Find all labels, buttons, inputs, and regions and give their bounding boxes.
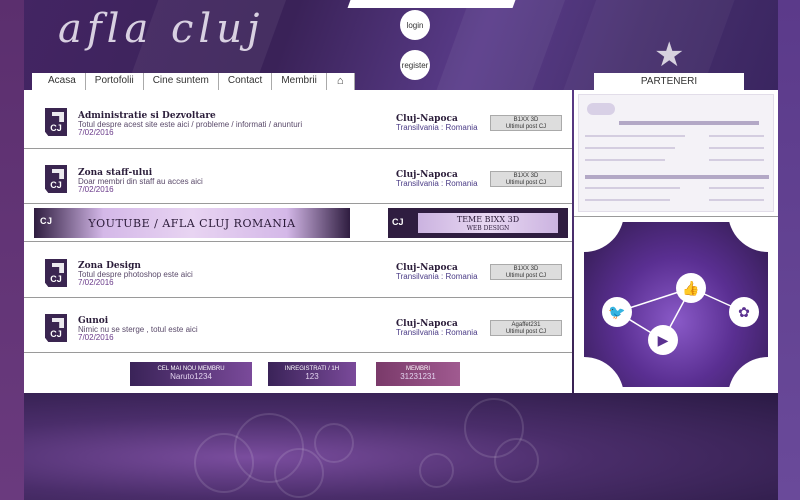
register-button[interactable]: register: [400, 50, 430, 80]
site-header: afla cluj login register ★ Acasa Portofo…: [24, 0, 778, 90]
stat-members[interactable]: MEMBRI 31231231: [376, 362, 460, 386]
login-button[interactable]: login: [400, 10, 430, 40]
stat-value: 31231231: [400, 372, 436, 381]
decor-ring: [494, 438, 539, 483]
last-post-user: B1XX 3D: [513, 266, 539, 272]
social-network-graphic: 🐦 👍 ✿ ▶: [584, 222, 768, 387]
forum-row[interactable]: CJ Zona Design Totul despre photoshop es…: [24, 243, 572, 298]
forum-date: 7/02/2016: [78, 278, 114, 287]
last-post-user: B1XX 3D: [513, 173, 539, 179]
left-border: [0, 0, 24, 500]
pinterest-icon[interactable]: ✿: [729, 297, 759, 327]
panel-divider: [574, 216, 778, 217]
forum-icon: CJ: [45, 165, 67, 193]
header-decor: [432, 0, 566, 90]
footer-background: [24, 393, 778, 500]
preview-line: [585, 187, 680, 189]
youtube-banner-text: YOUTUBE / AFLA CLUJ ROMANIA: [88, 216, 296, 230]
nav-cine-suntem[interactable]: Cine suntem: [143, 73, 219, 90]
preview-line: [585, 159, 665, 161]
last-post-caption: Ultimul post CJ: [505, 329, 547, 335]
partners-panel: 🐦 👍 ✿ ▶: [574, 90, 778, 393]
stats-bar: CEL MAI NOU MEMBRU Naruto1234 INREGISTRA…: [24, 352, 572, 392]
forum-icon: CJ: [45, 259, 67, 287]
forum-row[interactable]: CJ Gunoi Nimic nu se sterge , totul este…: [24, 298, 572, 353]
last-post-box[interactable]: Agaffet231 Ultimul post CJ: [490, 320, 562, 336]
youtube-banner[interactable]: CJ YOUTUBE / AFLA CLUJ ROMANIA: [34, 208, 350, 238]
play-icon[interactable]: ▶: [648, 325, 678, 355]
forum-icon: CJ: [45, 108, 67, 136]
decor-ring: [274, 448, 324, 498]
stat-value: 123: [305, 372, 319, 381]
banner-cj-icon: CJ: [40, 216, 53, 226]
twitter-icon[interactable]: 🐦: [602, 297, 632, 327]
stat-newest-member[interactable]: CEL MAI NOU MEMBRU Naruto1234: [130, 362, 252, 386]
preview-line: [709, 199, 764, 201]
teme-banner-subtitle: WEB DESIGN: [466, 225, 510, 232]
stat-registered: INREGISTRATI / 1H 123: [268, 362, 356, 386]
preview-line: [585, 135, 685, 137]
forum-region: Transilvania : Romania: [396, 123, 478, 132]
main-nav: Acasa Portofolii Cine suntem Contact Mem…: [32, 73, 355, 90]
thumbs-up-icon[interactable]: 👍: [676, 273, 706, 303]
forum-region: Transilvania : Romania: [396, 328, 478, 337]
decor-ring: [419, 453, 454, 488]
decor-ring: [314, 423, 354, 463]
preview-line: [585, 199, 670, 201]
forum-region: Transilvania : Romania: [396, 179, 478, 188]
banner-row: CJ YOUTUBE / AFLA CLUJ ROMANIA CJ TEME B…: [24, 204, 572, 242]
forum-date: 7/02/2016: [78, 333, 114, 342]
banner-cj-icon: CJ: [392, 217, 404, 227]
preview-line: [585, 147, 675, 149]
nav-membrii[interactable]: Membrii: [272, 73, 327, 90]
preview-line: [709, 187, 764, 189]
nav-portofolii[interactable]: Portofolii: [85, 73, 144, 90]
preview-logo: [587, 103, 615, 115]
preview-divider: [585, 175, 769, 179]
home-icon[interactable]: ⌂: [326, 73, 355, 90]
top-ribbon: [347, 0, 516, 8]
preview-line: [709, 147, 764, 149]
stat-value: Naruto1234: [170, 372, 212, 381]
right-border: [778, 0, 800, 500]
teme-banner-inner: TEME BIXX 3D WEB DESIGN: [418, 213, 558, 233]
star-icon: ★: [654, 36, 685, 74]
forum-list: CJ Administratie si Dezvoltare Totul des…: [24, 90, 572, 393]
last-post-user: B1XX 3D: [513, 117, 539, 123]
preview-line: [709, 159, 764, 161]
nav-acasa[interactable]: Acasa: [32, 73, 86, 90]
forum-icon: CJ: [45, 314, 67, 342]
partner-site-preview[interactable]: [578, 94, 774, 212]
site-logo[interactable]: afla cluj: [58, 6, 264, 52]
forum-region: Transilvania : Romania: [396, 272, 478, 281]
last-post-box[interactable]: B1XX 3D Ultimul post CJ: [490, 171, 562, 187]
last-post-caption: Ultimul post CJ: [505, 273, 547, 279]
forum-row[interactable]: CJ Administratie si Dezvoltare Totul des…: [24, 94, 572, 149]
last-post-box[interactable]: B1XX 3D Ultimul post CJ: [490, 264, 562, 280]
last-post-caption: Ultimul post CJ: [505, 124, 547, 130]
last-post-box[interactable]: B1XX 3D Ultimul post CJ: [490, 115, 562, 131]
forum-date: 7/02/2016: [78, 185, 114, 194]
preview-nav: [619, 121, 759, 125]
last-post-caption: Ultimul post CJ: [505, 180, 547, 186]
last-post-user: Agaffet231: [511, 322, 541, 328]
partners-tab: PARTENERI: [594, 73, 744, 90]
forum-date: 7/02/2016: [78, 128, 114, 137]
forum-row[interactable]: CJ Zona staff-ului Doar membri din staff…: [24, 149, 572, 204]
nav-contact[interactable]: Contact: [218, 73, 273, 90]
teme-banner-title: TEME BIXX 3D: [456, 215, 520, 224]
preview-line: [709, 135, 764, 137]
teme-banner[interactable]: CJ TEME BIXX 3D WEB DESIGN: [388, 208, 568, 238]
